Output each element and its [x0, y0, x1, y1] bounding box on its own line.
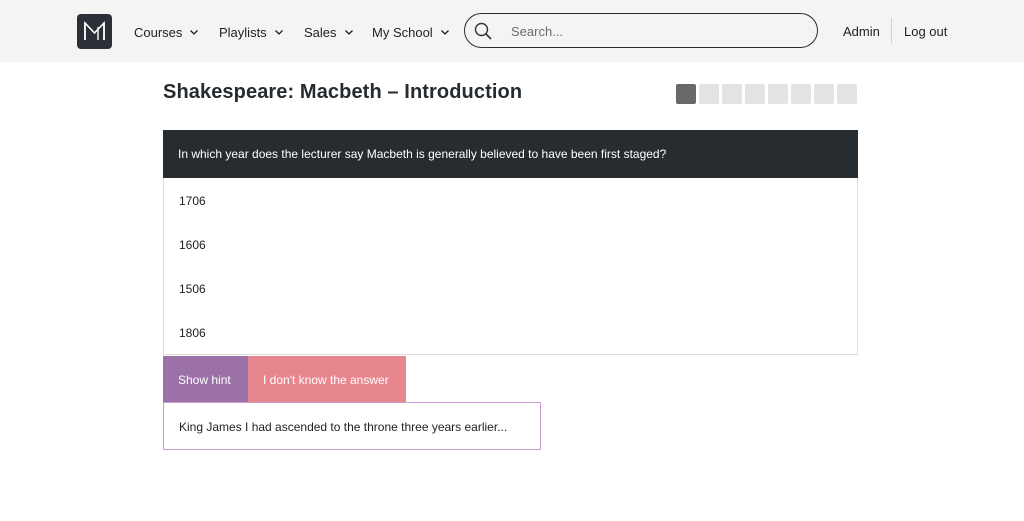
dont-know-button[interactable]: I don't know the answer: [248, 356, 406, 403]
courses-menu[interactable]: Courses: [134, 24, 199, 40]
courses-menu-label: Courses: [134, 24, 183, 40]
progress-step-4[interactable]: [745, 84, 765, 104]
my-school-menu-label: My School: [372, 24, 433, 40]
answer-option[interactable]: 1606: [163, 222, 858, 267]
progress-step-7[interactable]: [814, 84, 834, 104]
admin-link[interactable]: Admin: [843, 24, 880, 39]
progress-step-6[interactable]: [791, 84, 811, 104]
page-title: Shakespeare: Macbeth – Introduction: [163, 81, 523, 103]
sales-menu[interactable]: Sales: [304, 24, 354, 40]
search-input[interactable]: [511, 20, 801, 42]
chevron-down-icon: [274, 30, 283, 35]
search-bar: [464, 13, 818, 48]
search-icon[interactable]: [474, 22, 492, 40]
playlists-menu[interactable]: Playlists: [219, 24, 284, 40]
show-hint-button[interactable]: Show hint: [163, 356, 248, 403]
quiz-progress: [676, 84, 859, 104]
logout-link[interactable]: Log out: [904, 24, 947, 39]
quiz-question: In which year does the lecturer say Macb…: [163, 130, 858, 178]
answer-option[interactable]: 1706: [163, 178, 858, 223]
sales-menu-label: Sales: [304, 24, 337, 40]
answer-option[interactable]: 1806: [163, 310, 858, 355]
playlists-menu-label: Playlists: [219, 24, 267, 40]
chevron-down-icon: [190, 30, 199, 35]
progress-step-3[interactable]: [722, 84, 742, 104]
m-logo-icon[interactable]: [77, 14, 112, 49]
progress-step-2[interactable]: [699, 84, 719, 104]
chevron-down-icon: [440, 30, 449, 35]
progress-step-8[interactable]: [837, 84, 857, 104]
my-school-menu[interactable]: My School: [372, 24, 450, 40]
nav-divider: [891, 18, 892, 43]
progress-step-1[interactable]: [676, 84, 696, 104]
progress-step-5[interactable]: [768, 84, 788, 104]
top-navbar: Courses Playlists Sales My School Admin …: [0, 0, 1024, 62]
hint-text: King James I had ascended to the throne …: [163, 402, 541, 450]
chevron-down-icon: [344, 30, 353, 35]
answer-option[interactable]: 1506: [163, 266, 858, 311]
